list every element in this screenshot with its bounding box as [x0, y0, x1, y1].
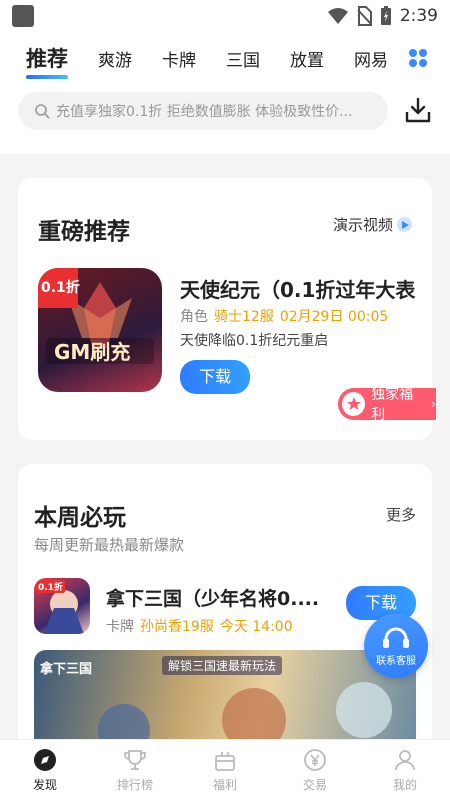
- user-icon: [395, 750, 415, 771]
- compass-icon: [34, 749, 56, 771]
- status-bar: 2:39: [0, 0, 450, 32]
- demo-video-label: 演示视频: [332, 216, 393, 234]
- bottom-nav: 发现 排行榜 福利 交易 我的: [0, 739, 450, 801]
- clock: 2:39: [399, 6, 438, 26]
- nav-discover[interactable]: 发现: [0, 740, 90, 801]
- nav-ranking-label: 排行榜: [116, 778, 153, 792]
- discount-badge: 0.1折: [41, 280, 80, 296]
- weekly-game-name[interactable]: 拿下三国（少年名将0....: [106, 584, 319, 611]
- search-row: 充值享独家0.1折 拒绝数值膨胀 体验极致性价...: [0, 84, 450, 154]
- wifi-icon: [327, 8, 348, 24]
- exclusive-welfare-button[interactable]: 独家福利 ›: [338, 387, 436, 423]
- weekly-title: 本周必玩: [34, 505, 126, 531]
- welfare-label: 独家福利: [371, 387, 414, 423]
- tab-recommend[interactable]: 推荐: [26, 43, 68, 79]
- star-icon: [342, 392, 366, 416]
- featured-card: 重磅推荐 演示视频 0.1折 GM刷充 天使纪元（0.1折过年大表 角色 骑士12…: [18, 178, 436, 440]
- weekly-open-time: 今天 14:00: [219, 619, 293, 635]
- headset-icon: [383, 627, 409, 648]
- download-manager-icon[interactable]: [404, 96, 432, 124]
- tab-netease[interactable]: 网易: [354, 46, 388, 71]
- customer-service-button[interactable]: 联系客服: [364, 614, 428, 678]
- server-label: 骑士12服: [214, 309, 274, 325]
- nav-mine-label: 我的: [392, 778, 417, 792]
- genre-label: 角色: [180, 309, 208, 325]
- search-placeholder: 充值享独家0.1折 拒绝数值膨胀 体验极致性价...: [56, 104, 353, 120]
- weekly-genre-label: 卡牌: [106, 619, 134, 635]
- nav-ranking[interactable]: 排行榜: [90, 740, 180, 801]
- search-input[interactable]: 充值享独家0.1折 拒绝数值膨胀 体验极致性价...: [18, 92, 388, 130]
- nav-welfare[interactable]: 福利: [180, 740, 270, 801]
- banner-logo: 拿下三国: [40, 662, 93, 677]
- nav-trade-label: 交易: [302, 778, 327, 792]
- more-link[interactable]: 更多: [386, 504, 416, 525]
- grid-menu-icon[interactable]: [408, 48, 428, 68]
- demo-video-link[interactable]: 演示视频: [333, 214, 412, 235]
- tab-idle[interactable]: 放置: [290, 46, 324, 71]
- customer-service-label: 联系客服: [376, 655, 416, 667]
- open-time: 02月29日 00:05: [279, 309, 389, 325]
- featured-title: 重磅推荐: [38, 219, 130, 245]
- nav-trade[interactable]: 交易: [270, 740, 360, 801]
- weekly-discount-badge: 0.1折: [36, 580, 65, 593]
- banner-caption: 解锁三国速最新玩法: [162, 656, 283, 675]
- search-icon: [35, 104, 50, 119]
- featured-image-caption: GM刷充: [54, 340, 131, 364]
- nav-welfare-label: 福利: [212, 778, 237, 792]
- featured-game-desc: 天使降临0.1折纪元重启: [180, 333, 329, 349]
- no-sim-icon: [357, 6, 372, 26]
- weekly-game-image[interactable]: 0.1折: [34, 578, 90, 634]
- featured-game-meta: 角色 骑士12服 02月29日 00:05: [180, 306, 388, 326]
- featured-game-image[interactable]: 0.1折 GM刷充: [38, 268, 162, 392]
- tab-three-kingdoms[interactable]: 三国: [226, 46, 260, 71]
- trophy-icon: [124, 750, 146, 770]
- download-button[interactable]: 下载: [180, 360, 250, 394]
- gift-icon: [215, 752, 235, 771]
- weekly-game-meta: 卡牌 孙尚香19服 今天 14:00: [106, 616, 293, 636]
- featured-game-name[interactable]: 天使纪元（0.1折过年大表: [180, 274, 432, 303]
- notification-icon: [12, 5, 34, 27]
- weekly-server-label: 孙尚香19服: [140, 619, 214, 635]
- category-tabs: 推荐 爽游 卡牌 三国 放置 网易: [0, 32, 450, 84]
- play-icon: [397, 217, 412, 232]
- tab-cards[interactable]: 卡牌: [162, 46, 196, 71]
- chevron-right-icon: ›: [431, 397, 436, 411]
- battery-icon: [380, 6, 391, 25]
- nav-mine[interactable]: 我的: [360, 740, 450, 801]
- tab-fun[interactable]: 爽游: [98, 46, 132, 71]
- weekly-subtitle: 每周更新最热最新爆款: [34, 536, 185, 554]
- nav-discover-label: 发现: [32, 778, 57, 792]
- yen-exchange-icon: [304, 749, 326, 771]
- weekly-card: 本周必玩 更多 每周更新最热最新爆款 0.1折 拿下三国（少年名将0.... 卡…: [18, 464, 432, 754]
